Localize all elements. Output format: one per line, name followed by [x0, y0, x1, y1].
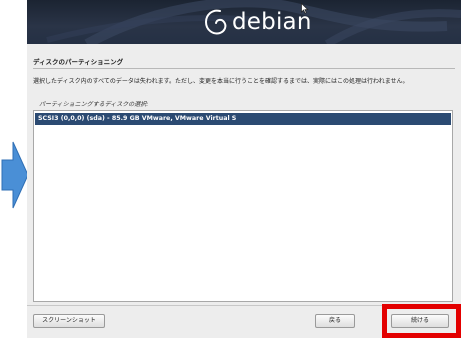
back-button[interactable]: 戻る — [315, 314, 355, 328]
debian-logo: debian — [202, 4, 312, 40]
debian-logo-text: debian — [232, 9, 312, 35]
debian-banner: debian — [27, 0, 461, 44]
disk-list-label: パーティショニングするディスクの選択: — [39, 101, 149, 108]
installer-window: debian ディスクのパーティショニング 選択したディスク内のすべてのデータは… — [27, 0, 461, 338]
continue-highlight-box — [382, 304, 461, 338]
page-description: 選択したディスク内のすべてのデータは失われます。ただし、変更を本当に行うことを確… — [33, 78, 409, 85]
disk-list-item[interactable]: SCSI3 (0,0,0) (sda) - 85.9 GB VMware, VM… — [35, 113, 451, 125]
screenshot-button[interactable]: スクリーンショット — [33, 314, 105, 328]
page-title: ディスクのパーティショニング — [33, 58, 124, 66]
right-arrow-icon — [1, 141, 29, 209]
title-divider — [33, 68, 455, 69]
debian-swirl-icon — [204, 9, 227, 35]
mouse-cursor-icon — [301, 3, 309, 14]
disk-list[interactable]: SCSI3 (0,0,0) (sda) - 85.9 GB VMware, VM… — [33, 110, 453, 302]
